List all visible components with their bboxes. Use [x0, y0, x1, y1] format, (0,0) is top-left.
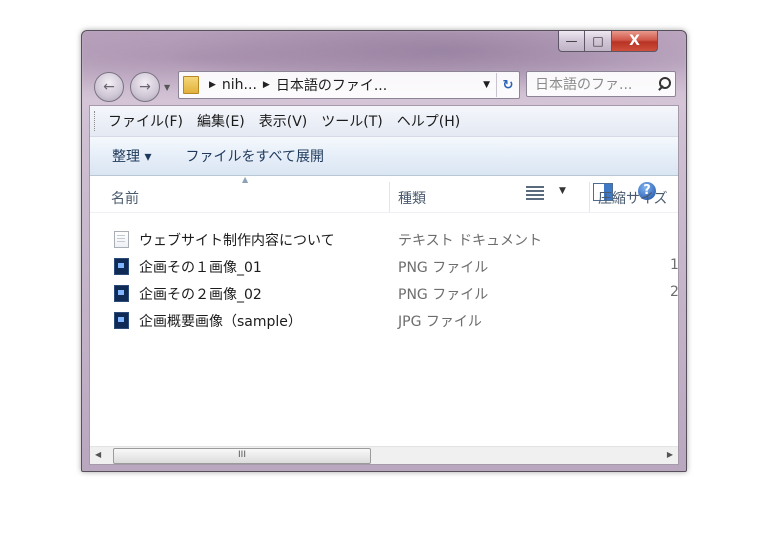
folder-icon	[183, 76, 199, 94]
explorer-content: ファイル(F) 編集(E) 表示(V) ツール(T) ヘルプ(H) 整理 ▾ フ…	[89, 105, 679, 465]
file-type: PNG ファイル	[398, 260, 489, 276]
minimize-button[interactable]: —	[558, 31, 585, 52]
menu-tools[interactable]: ツール(T)	[321, 111, 382, 131]
menu-edit[interactable]: 編集(E)	[197, 111, 245, 131]
file-size: 2	[670, 284, 679, 300]
close-button[interactable]: X	[612, 31, 658, 52]
list-item[interactable]: 企画概要画像（sample） JPG ファイル	[90, 307, 678, 333]
extract-all-button[interactable]: ファイルをすべて展開	[185, 146, 323, 166]
breadcrumb-item[interactable]: nih...	[222, 77, 257, 93]
file-type: PNG ファイル	[398, 287, 489, 303]
image-file-icon	[114, 258, 129, 275]
column-divider[interactable]	[389, 182, 390, 212]
column-compressed-size[interactable]: 圧縮サイズ	[598, 188, 668, 208]
menu-file[interactable]: ファイル(F)	[108, 111, 183, 131]
window-controls: — □ X	[558, 31, 658, 53]
sort-arrow-icon: ▲	[242, 175, 249, 184]
column-name[interactable]: 名前	[111, 188, 139, 208]
scroll-left-icon[interactable]: ◀	[95, 450, 101, 459]
address-dropdown-icon[interactable]: ▼	[483, 80, 490, 90]
file-size: 1	[670, 257, 679, 273]
file-name: 企画その２画像_02	[139, 287, 262, 303]
file-type: JPG ファイル	[398, 314, 482, 330]
menu-grip	[94, 111, 98, 131]
organize-button[interactable]: 整理 ▾	[112, 146, 151, 166]
text-document-icon	[114, 231, 129, 248]
file-name: ウェブサイト制作内容について	[139, 233, 335, 249]
list-item[interactable]: 企画その１画像_01 PNG ファイル 1	[90, 253, 679, 279]
menu-view[interactable]: 表示(V)	[259, 111, 308, 131]
search-box[interactable]: 日本語のファ...	[526, 71, 676, 97]
image-file-icon	[114, 285, 129, 302]
command-bar: 整理 ▾ ファイルをすべて展開	[90, 137, 678, 176]
menu-help[interactable]: ヘルプ(H)	[397, 111, 460, 131]
scrollbar-thumb[interactable]: III	[113, 448, 371, 464]
maximize-button[interactable]: □	[585, 31, 612, 52]
back-arrow-icon: ←	[103, 79, 115, 95]
file-name: 企画その１画像_01	[139, 260, 262, 276]
forward-button[interactable]: →	[130, 72, 160, 102]
refresh-button[interactable]: ↻	[496, 73, 519, 97]
horizontal-scrollbar[interactable]: ◀ III ▶	[90, 446, 678, 464]
menu-bar: ファイル(F) 編集(E) 表示(V) ツール(T) ヘルプ(H)	[90, 106, 678, 137]
image-file-icon	[114, 312, 129, 329]
scroll-right-icon[interactable]: ▶	[667, 450, 673, 459]
file-type: テキスト ドキュメント	[398, 233, 543, 249]
refresh-icon: ↻	[502, 77, 514, 93]
list-item[interactable]: ウェブサイト制作内容について テキスト ドキュメント	[90, 226, 678, 252]
column-header: ▲ 名前 種類 圧縮サイズ	[90, 175, 678, 213]
address-bar[interactable]: ▶ nih... ▶ 日本語のファイ... ▼ ↻	[178, 71, 520, 99]
search-icon[interactable]	[655, 76, 671, 92]
list-item[interactable]: 企画その２画像_02 PNG ファイル 2	[90, 280, 679, 306]
forward-arrow-icon: →	[139, 79, 151, 95]
search-placeholder: 日本語のファ...	[535, 77, 633, 93]
back-button[interactable]: ←	[94, 72, 124, 102]
recent-pages-dropdown[interactable]: ▼	[164, 83, 170, 92]
chevron-right-icon[interactable]: ▶	[209, 80, 216, 90]
column-divider[interactable]	[589, 182, 590, 212]
chevron-right-icon[interactable]: ▶	[263, 80, 270, 90]
breadcrumb-item-current[interactable]: 日本語のファイ...	[276, 75, 387, 95]
explorer-window: — □ X ← → ▼ ▶ nih... ▶ 日本語のファイ... ▼ ↻ 日本…	[81, 30, 687, 472]
column-type[interactable]: 種類	[398, 188, 426, 208]
file-name: 企画概要画像（sample）	[139, 314, 302, 330]
